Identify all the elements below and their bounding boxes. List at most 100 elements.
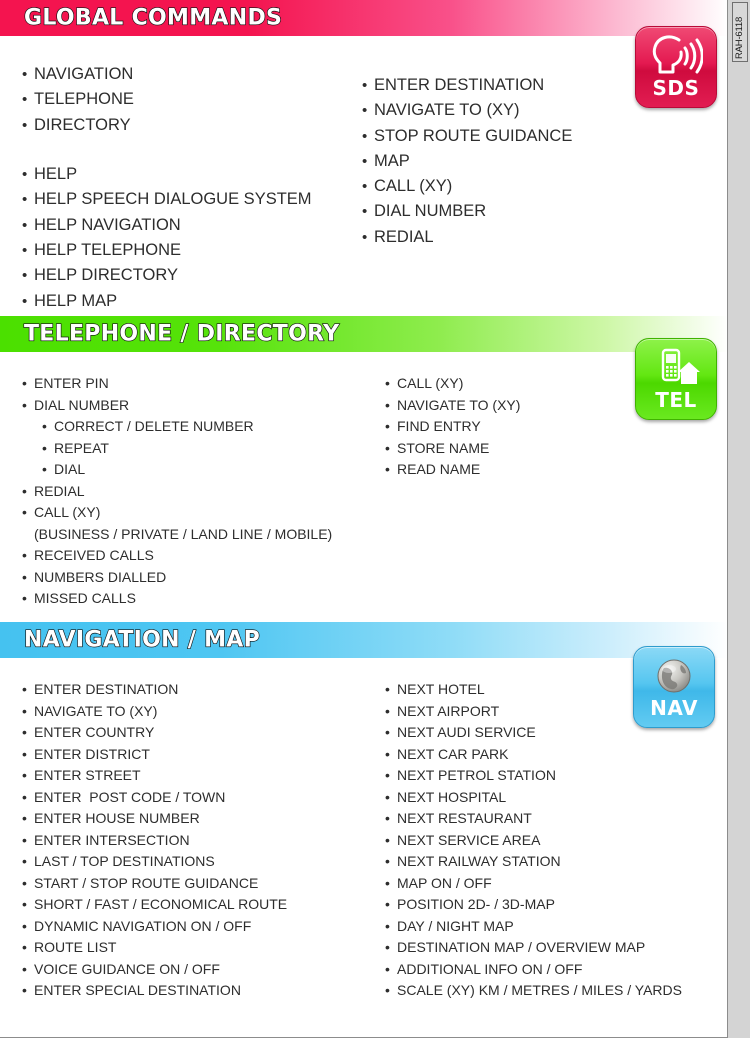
command-list-item: • ENTER DISTRICT <box>22 744 372 766</box>
command-label: DYNAMIC NAVIGATION ON / OFF <box>34 917 252 934</box>
command-label: HELP NAVIGATION <box>34 215 181 234</box>
command-label: NUMBERS DIALLED <box>34 568 167 585</box>
bullet-icon: • <box>22 482 27 499</box>
command-list-item: • SHORT / FAST / ECONOMICAL ROUTE <box>22 894 372 916</box>
command-label: HELP MAP <box>34 291 118 310</box>
command-label: NEXT AUDI SERVICE <box>397 724 536 740</box>
command-label: REDIAL <box>34 482 85 499</box>
command-list-item: • ENTER STREET <box>22 765 372 787</box>
command-label: VOICE GUIDANCE ON / OFF <box>34 960 220 977</box>
command-label: (BUSINESS / PRIVATE / LAND LINE / MOBILE… <box>34 525 333 542</box>
section-header-navigation-map: NAVIGATION / MAP <box>0 622 727 658</box>
command-list-item: • NAVIGATE TO (XY) <box>362 98 632 123</box>
command-list-item: • NAVIGATE TO (XY) <box>22 701 372 723</box>
command-label: NEXT SERVICE AREA <box>397 831 541 848</box>
command-label: FIND ENTRY <box>397 418 481 434</box>
navigation-left-column: • ENTER DESTINATION • NAVIGATE TO (XY) • ENTE… <box>22 679 372 1002</box>
bullet-icon: • <box>22 745 27 762</box>
tel-icon-tile[interactable]: TEL <box>635 338 717 420</box>
command-list-item: • HELP SPEECH DIALOGUE SYSTEM <box>22 187 362 212</box>
command-list-item: • HELP TELEPHONE <box>22 238 362 263</box>
command-label: MAP ON / OFF <box>397 874 492 891</box>
command-list-item: • DYNAMIC NAVIGATION ON / OFF <box>22 916 372 938</box>
command-list-item: • ENTER SPECIAL DESTINATION <box>22 980 372 1002</box>
command-list-item: • MAP ON / OFF <box>385 873 685 895</box>
command-label: NEXT AIRPORT <box>397 702 500 719</box>
bullet-icon: • <box>22 91 28 109</box>
bullet-icon: • <box>22 874 27 891</box>
command-label: REDIAL <box>374 227 434 246</box>
bullet-icon: • <box>385 939 390 955</box>
bullet-icon: • <box>22 917 27 934</box>
bullet-icon: • <box>385 896 390 912</box>
bullet-icon: • <box>385 375 390 391</box>
bullet-icon: • <box>385 810 390 826</box>
figure-reference-text: RAH-6118 <box>734 16 745 59</box>
command-label: LAST / TOP DESTINATIONS <box>34 853 215 869</box>
bullet-icon: • <box>22 767 27 783</box>
sds-icon-tile[interactable]: SDS <box>635 26 717 108</box>
bullet-icon: • <box>385 396 390 413</box>
command-label: DIAL <box>54 461 86 477</box>
bullet-icon: • <box>22 375 27 391</box>
command-list-item: • REPEAT <box>22 438 372 460</box>
bullet-icon: • <box>362 152 368 170</box>
command-label: NEXT RAILWAY STATION <box>397 853 561 869</box>
command-label: ENTER DISTRICT <box>34 745 150 762</box>
command-list-item: • ENTER COUNTRY <box>22 722 372 744</box>
command-label: MISSED CALLS <box>34 590 136 606</box>
command-label: NAVIGATE TO (XY) <box>374 101 520 120</box>
command-list-item: • NEXT AIRPORT <box>385 701 685 723</box>
bullet-icon: • <box>362 203 368 221</box>
global-commands-left-column: • NAVIGATION • TELEPHONE • DIRECTORY • HELP • HE… <box>22 62 362 314</box>
command-label: DAY / NIGHT MAP <box>397 917 514 934</box>
command-list-item: • NAVIGATION <box>22 62 362 87</box>
bullet-icon: • <box>22 681 27 697</box>
bullet-icon: • <box>385 418 390 434</box>
command-list-item: • DIRECTORY <box>22 113 362 138</box>
command-list-item: • MAP <box>362 149 632 174</box>
command-list-item: • HELP <box>22 162 362 187</box>
telephone-left-column: • ENTER PIN • DIAL NUMBER • CORRECT / DELETE … <box>22 373 372 610</box>
bullet-icon: • <box>22 702 27 719</box>
command-list-item: • RECEIVED CALLS <box>22 545 372 567</box>
command-label: TELEPHONE <box>34 90 134 109</box>
command-list-item: • START / STOP ROUTE GUIDANCE <box>22 873 372 895</box>
bullet-icon: • <box>42 461 47 477</box>
bullet-icon: • <box>385 461 390 477</box>
command-label: ENTER DESTINATION <box>374 76 545 94</box>
command-label: DIRECTORY <box>34 115 131 134</box>
bullet-icon: • <box>22 853 27 869</box>
bullet-icon: • <box>22 810 27 826</box>
command-list-item: • CALL (XY) <box>22 502 372 524</box>
command-list-item: • DAY / NIGHT MAP <box>385 916 685 938</box>
command-label: CALL (XY) <box>397 375 464 391</box>
command-list-item: • FIND ENTRY <box>385 416 645 438</box>
bullet-icon: • <box>362 178 368 196</box>
bullet-icon: • <box>22 831 27 848</box>
bullet-icon: • <box>22 960 27 977</box>
command-list-item: • ENTER HOUSE NUMBER <box>22 808 372 830</box>
bullet-icon: • <box>22 547 27 563</box>
command-list-item: • ENTER PIN <box>22 373 372 395</box>
command-list-item: • ENTER INTERSECTION <box>22 830 372 852</box>
speaking-head-icon <box>636 33 716 79</box>
command-list-item: • NAVIGATE TO (XY) <box>385 395 645 417</box>
command-label: SCALE (XY) KM / METRES / MILES / YARDS <box>397 982 682 998</box>
command-list-item: • NEXT CAR PARK <box>385 744 685 766</box>
command-list-item: • DIAL NUMBER <box>362 199 632 224</box>
bullet-icon: • <box>362 228 368 246</box>
command-list-item: • ENTER DESTINATION <box>22 679 372 701</box>
command-list-item: • NEXT AUDI SERVICE <box>385 722 685 744</box>
command-list-item: • HELP DIRECTORY <box>22 263 362 288</box>
bullet-icon: • <box>362 127 368 145</box>
command-list-item: • ROUTE LIST <box>22 937 372 959</box>
command-list-item: • SCALE (XY) KM / METRES / MILES / YARDS <box>385 980 685 1002</box>
bullet-icon: • <box>22 982 27 998</box>
command-label: NAVIGATE TO (XY) <box>397 396 521 413</box>
command-list-item: • NEXT PETROL STATION <box>385 765 685 787</box>
command-label: START / STOP ROUTE GUIDANCE <box>34 874 259 891</box>
bullet-icon: • <box>22 504 27 520</box>
bullet-icon: • <box>385 788 390 805</box>
command-list-item: • CALL (XY) <box>362 174 632 199</box>
